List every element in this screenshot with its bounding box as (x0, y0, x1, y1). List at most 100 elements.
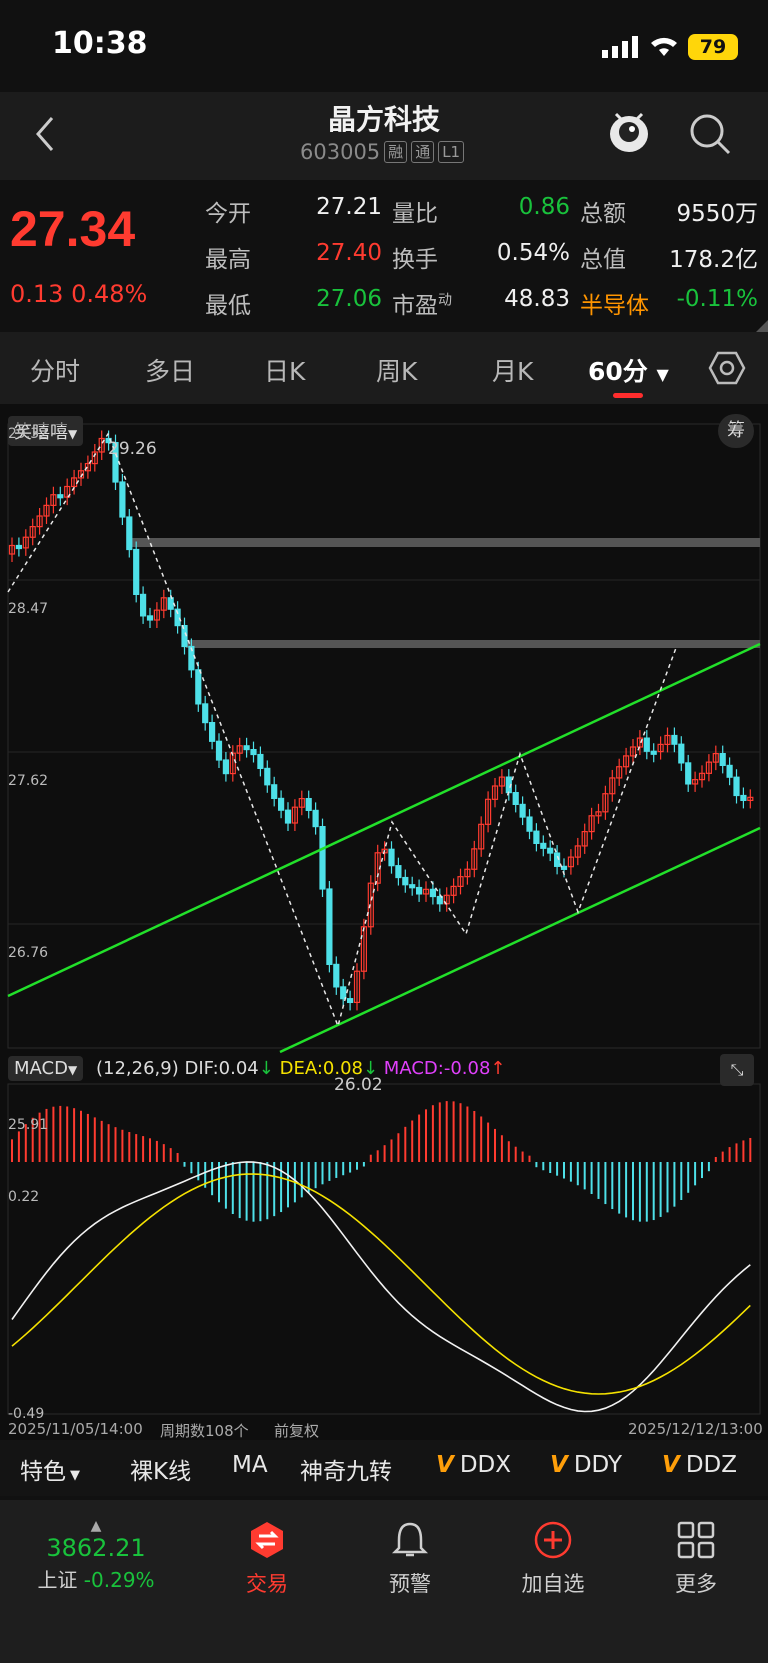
vol-ratio-label: 量比 (392, 201, 438, 227)
search-icon[interactable] (688, 112, 732, 156)
caret-up-icon: ▲ (90, 1518, 102, 1534)
index-ticker[interactable]: ▲ 3862.21 上证 -0.29% (36, 1518, 156, 1593)
kline-svg: 29.32 28.47 27.62 26.76 25.91 29.26 26.0… (7, 423, 761, 1422)
tab-multi-day[interactable]: 多日 (145, 352, 195, 388)
nav-more[interactable]: 更多 (636, 1520, 756, 1598)
channel-lower-line (279, 826, 761, 1054)
candle-body (167, 597, 174, 610)
candle-body (347, 998, 354, 1004)
macd-selector[interactable]: MACD▼ (8, 1056, 84, 1081)
price-tick-bottom: 25.91 (8, 1117, 48, 1133)
add-circle-icon (534, 1521, 572, 1559)
axis-end-date: 2025/12/12/13:00 (628, 1420, 763, 1438)
down-arrow-icon: ↓ (362, 1058, 379, 1079)
candle-body (671, 734, 678, 745)
candle-body (416, 886, 423, 895)
nav-more-label: 更多 (675, 1572, 717, 1596)
tab-weekly-k[interactable]: 周K (376, 352, 417, 388)
sector-label[interactable]: 半导体 (580, 286, 649, 320)
open-value: 27.21 (316, 194, 382, 220)
connect-tag: 通 (411, 141, 435, 163)
ddy-button[interactable]: V DDY (550, 1452, 622, 1478)
ma-button[interactable]: MA (232, 1452, 268, 1478)
candle-body (209, 722, 216, 742)
candle-body (222, 759, 229, 775)
tab-daily-k[interactable]: 日K (264, 352, 305, 388)
fullscreen-icon[interactable]: ⤡ (720, 1054, 754, 1086)
indicator-toolbar: 特色 ▼ 裸K线 MA 神奇九转 V DDX V DDY V DDZ (0, 1440, 768, 1496)
feature-menu[interactable]: 特色 ▼ (20, 1452, 80, 1486)
mascot-icon[interactable] (606, 106, 652, 156)
caret-down-icon: ▼ (67, 1063, 78, 1077)
candle-body (326, 888, 333, 966)
expand-corner-icon[interactable] (752, 320, 768, 332)
tab-monthly-k[interactable]: 月K (492, 352, 533, 388)
ddz-label: DDZ (685, 1452, 737, 1478)
candle-body (215, 740, 223, 761)
candle-body (540, 842, 547, 849)
candle-body (257, 753, 264, 769)
ddx-button[interactable]: V DDX (436, 1452, 511, 1478)
margin-tag: 融 (384, 141, 408, 163)
candle-body (395, 865, 402, 879)
v-badge-icon: V (662, 1452, 680, 1478)
candle-body (733, 776, 740, 797)
resistance-zone (128, 538, 760, 547)
nav-alert[interactable]: 预警 (350, 1520, 470, 1598)
ddx-label: DDX (459, 1452, 511, 1478)
candle-body (643, 737, 650, 752)
channel-upper-line (7, 642, 761, 998)
battery-indicator: 79 (688, 34, 738, 60)
period-count: 周期数108个 (160, 1422, 249, 1440)
status-bar: 10:38 79 (0, 0, 768, 92)
tab-60min-label: 60分 (588, 357, 648, 386)
candle-body (512, 792, 519, 806)
nav-add-watchlist[interactable]: 加自选 (493, 1520, 613, 1598)
candle-body (278, 797, 285, 811)
candle-body (133, 548, 140, 596)
candle-body (719, 753, 726, 767)
quote-panel: 27.34 0.13 0.48% 今开 27.21 量比 0.86 总额 955… (0, 180, 768, 332)
price-tick-3: 27.62 (8, 773, 48, 789)
candle-body (547, 847, 554, 854)
bell-icon (391, 1522, 429, 1557)
wifi-icon (651, 37, 677, 56)
kline-chart-area[interactable]: 笑嘻嘻▼ 筹 29.32 28.47 27.62 26.76 25.91 29.… (0, 404, 768, 1454)
candle-body (319, 826, 326, 890)
change-percent: 0.48% (71, 280, 148, 308)
candle-body (685, 762, 692, 785)
turnover-value: 0.54% (496, 240, 570, 266)
candle-body (526, 816, 533, 832)
index-name: 上证 (37, 1568, 78, 1592)
tab-intraday[interactable]: 分时 (30, 352, 80, 388)
naked-k-button[interactable]: 裸K线 (130, 1452, 191, 1486)
candle-body (533, 830, 540, 844)
macd-tick-top: 0.22 (8, 1189, 39, 1205)
high-label: 最高 (205, 247, 251, 273)
index-name-change: 上证 -0.29% (36, 1564, 156, 1593)
index-change: -0.29% (83, 1568, 155, 1592)
pe-sup: 动 (438, 292, 452, 309)
candle-body (271, 784, 278, 799)
turnover-label: 换手 (392, 247, 438, 273)
stock-header: 晶方科技 603005 融 通 L1 (0, 92, 768, 180)
candle-body (264, 767, 271, 786)
caret-down-icon: ▼ (656, 365, 669, 384)
amount-label: 总额 (580, 201, 626, 227)
candle-body (119, 481, 126, 518)
candle-body (388, 848, 395, 867)
resistance-zone (186, 640, 760, 648)
nav-trade[interactable]: 交易 (207, 1520, 327, 1598)
tab-60min[interactable]: 60分 ▼ (588, 352, 669, 388)
settings-hexagon-icon[interactable] (708, 350, 746, 386)
candle-body (740, 794, 747, 802)
high-value: 27.40 (316, 240, 382, 266)
candle-body (678, 743, 685, 764)
candle-body (126, 516, 133, 551)
candle-body (15, 544, 22, 550)
ddz-button[interactable]: V DDZ (662, 1452, 737, 1478)
magic-nine-button[interactable]: 神奇九转 (300, 1452, 392, 1486)
active-tab-indicator (613, 393, 643, 398)
candle-body (402, 876, 409, 886)
nav-add-watchlist-label: 加自选 (521, 1572, 585, 1596)
